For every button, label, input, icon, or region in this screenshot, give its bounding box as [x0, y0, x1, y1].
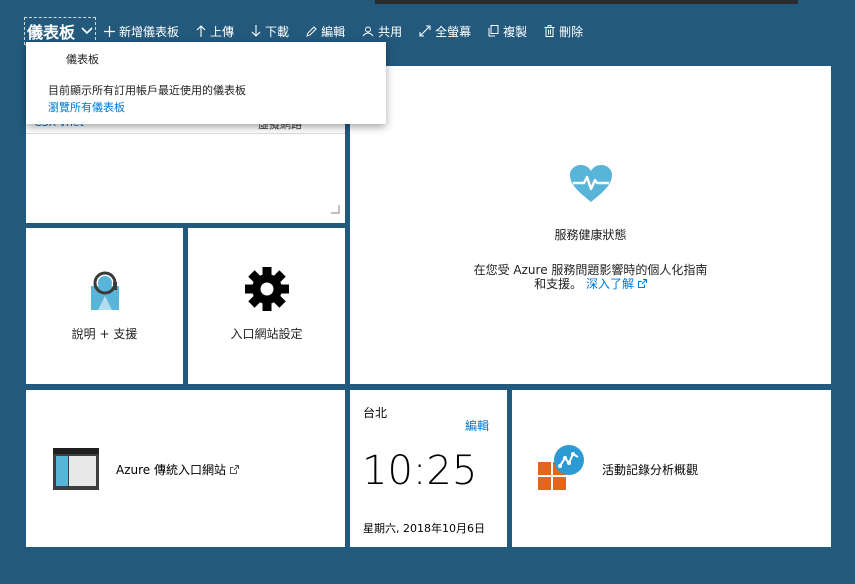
activity-log-label: 活動記錄分析概觀: [602, 463, 699, 477]
clock-time: 10:25: [362, 448, 478, 494]
chevron-down-icon: [81, 27, 93, 35]
edit-button[interactable]: 編輯: [306, 23, 345, 40]
service-health-title: 服務健康狀態: [554, 228, 627, 242]
browse-all-dashboards-link[interactable]: 瀏覽所有儀表板: [48, 99, 125, 115]
gear-icon: [244, 267, 289, 311]
share-icon: [362, 26, 374, 36]
service-health-line2: 和支援。 深入了解: [350, 275, 831, 292]
download-button[interactable]: 下載: [251, 23, 289, 40]
clock-date: 星期六, 2018年10月6日: [363, 522, 485, 535]
portal-settings-tile[interactable]: 入口網站設定: [188, 228, 345, 384]
clock-tile[interactable]: 台北 編輯 10:25 星期六, 2018年10月6日: [350, 390, 507, 547]
heart-pulse-icon: [569, 165, 612, 202]
upload-icon: [196, 25, 206, 37]
trash-icon: [544, 25, 555, 37]
help-support-icon: [90, 271, 119, 310]
plus-icon: [104, 25, 116, 37]
dropdown-description: 目前顯示所有訂用帳戶最近使用的儀表板: [48, 84, 246, 97]
help-support-tile[interactable]: 說明 + 支援: [26, 228, 183, 384]
fullscreen-button[interactable]: 全螢幕: [419, 23, 471, 40]
classic-portal-tile[interactable]: Azure 傳統入口網站: [26, 390, 345, 547]
copy-icon: [488, 25, 499, 37]
top-strip: [375, 0, 798, 4]
learn-more-link[interactable]: 深入了解: [586, 277, 647, 291]
external-link-icon: [637, 279, 647, 288]
portal-settings-label: 入口網站設定: [230, 327, 303, 341]
dropdown-item-dashboard[interactable]: 儀表板: [66, 51, 99, 67]
classic-portal-label: Azure 傳統入口網站: [116, 461, 239, 478]
upload-button[interactable]: 上傳: [196, 23, 234, 40]
dashboard-toolbar: 儀表板 新增儀表板 上傳 下載 編輯 共用 全螢幕 複製 刪除: [24, 17, 600, 45]
clone-button[interactable]: 複製: [488, 23, 527, 40]
share-button[interactable]: 共用: [362, 23, 402, 40]
pencil-icon: [306, 25, 317, 37]
fullscreen-icon: [419, 25, 431, 37]
clock-city: 台北: [363, 406, 388, 420]
service-health-tile[interactable]: 服務健康狀態 在您受 Azure 服務問題影響時的個人化指南 和支援。 深入了解: [350, 66, 831, 384]
dashboard-selector[interactable]: 儀表板: [24, 17, 97, 45]
activity-log-icon: [538, 445, 584, 490]
resize-grip-icon[interactable]: [330, 199, 340, 218]
dashboard-title: 儀表板: [27, 23, 76, 42]
clock-edit-link[interactable]: 編輯: [465, 417, 489, 434]
external-link-icon: [229, 465, 239, 474]
download-icon: [251, 25, 261, 37]
new-dashboard-button[interactable]: 新增儀表板: [104, 23, 179, 40]
delete-button[interactable]: 刪除: [544, 23, 583, 40]
help-support-label: 說明 + 支援: [71, 327, 138, 341]
activity-log-tile[interactable]: 活動記錄分析概觀: [512, 390, 831, 547]
browser-window-icon: [53, 448, 99, 490]
dashboard-dropdown: 儀表板 目前顯示所有訂用帳戶最近使用的儀表板 瀏覽所有儀表板: [26, 42, 386, 124]
